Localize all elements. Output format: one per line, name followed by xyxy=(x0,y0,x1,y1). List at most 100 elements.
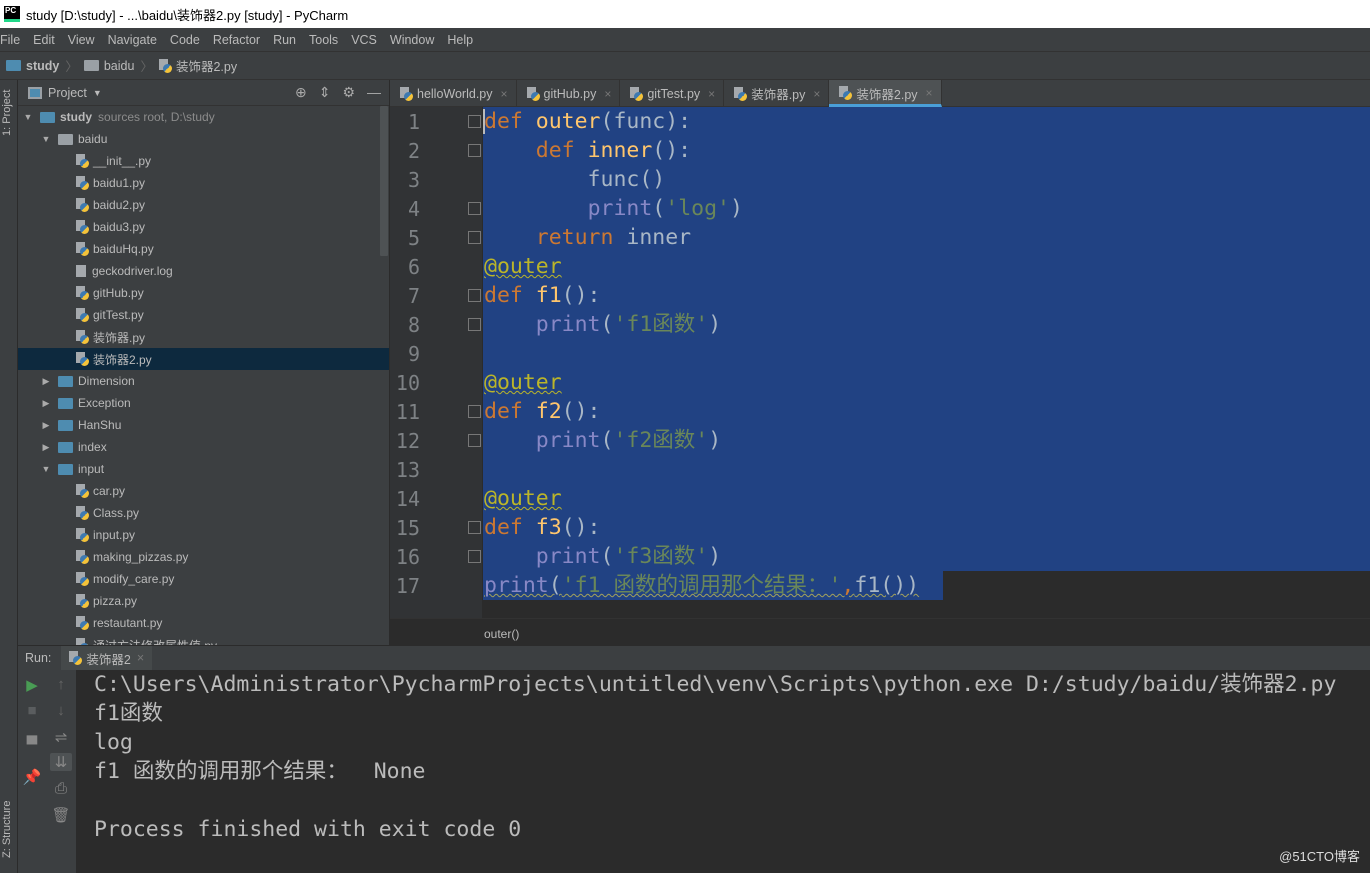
tree-item[interactable]: ▼ input xyxy=(18,458,389,480)
fold-marker-icon[interactable] xyxy=(468,318,481,331)
tree-item[interactable]: ▶ index xyxy=(18,436,389,458)
tree-item[interactable]: ▶ HanShu xyxy=(18,414,389,436)
tree-item[interactable]: car.py xyxy=(18,480,389,502)
print-icon[interactable]: ⎙ xyxy=(50,780,72,797)
fold-marker-icon[interactable] xyxy=(468,521,481,534)
breadcrumb-study[interactable]: study xyxy=(26,59,59,73)
close-icon[interactable]: × xyxy=(708,87,715,101)
expand-arrow-icon[interactable]: ▼ xyxy=(40,134,52,144)
fold-marker-icon[interactable] xyxy=(468,434,481,447)
arrow-down-icon[interactable]: ↓ xyxy=(50,702,72,719)
menu-bar: File Edit View Navigate Code Refactor Run Tools… xyxy=(0,28,1370,52)
expand-arrow-icon[interactable]: ▼ xyxy=(22,112,34,122)
menu-run[interactable]: Run xyxy=(272,33,296,47)
collapsed-arrow-icon[interactable]: ▶ xyxy=(40,398,52,409)
fold-marker-icon[interactable] xyxy=(468,144,481,157)
tree-item[interactable]: baidu1.py xyxy=(18,172,389,194)
menu-file[interactable]: File xyxy=(0,33,20,47)
project-view-selector[interactable]: Project xyxy=(48,86,87,100)
project-scrollbar[interactable] xyxy=(380,106,388,256)
chevron-down-icon[interactable]: ▼ xyxy=(93,88,102,98)
structure-tool-button[interactable]: Z: Structure xyxy=(1,801,13,858)
pin-icon[interactable]: 📌 xyxy=(21,768,43,786)
tree-item[interactable]: gitHub.py xyxy=(18,282,389,304)
scroll-to-end-icon[interactable]: ⇊ xyxy=(50,753,72,771)
tree-item[interactable]: 装饰器.py xyxy=(18,326,389,348)
run-console[interactable]: C:\Users\Administrator\PycharmProjects\u… xyxy=(76,670,1370,873)
close-icon[interactable]: × xyxy=(813,87,820,101)
gear-icon[interactable]: ⚙ xyxy=(342,84,355,101)
menu-window[interactable]: Window xyxy=(389,33,434,47)
fold-marker-icon[interactable] xyxy=(468,405,481,418)
pycharm-logo-icon: PC xyxy=(4,6,20,22)
collapse-all-icon[interactable]: ⇕ xyxy=(319,84,331,101)
fold-marker-icon[interactable] xyxy=(468,289,481,302)
editor-tab[interactable]: helloWorld.py × xyxy=(390,80,517,107)
tree-item[interactable]: making_pizzas.py xyxy=(18,546,389,568)
tree-item-label: car.py xyxy=(93,484,126,498)
tree-item[interactable]: ▶ Dimension xyxy=(18,370,389,392)
collapsed-arrow-icon[interactable]: ▶ xyxy=(40,442,52,453)
tree-item[interactable]: baidu2.py xyxy=(18,194,389,216)
tree-item[interactable]: modify_care.py xyxy=(18,568,389,590)
locate-icon[interactable]: ⊕ xyxy=(295,84,307,101)
arrow-up-icon[interactable]: ↑ xyxy=(50,676,72,693)
collapsed-arrow-icon[interactable]: ▶ xyxy=(40,420,52,431)
tree-item[interactable]: 装饰器2.py xyxy=(18,348,389,370)
close-icon[interactable]: × xyxy=(926,86,933,100)
tree-item[interactable]: baiduHq.py xyxy=(18,238,389,260)
tree-item[interactable]: ▼ baidu xyxy=(18,128,389,150)
expand-arrow-icon[interactable]: ▼ xyxy=(40,464,52,474)
menu-view[interactable]: View xyxy=(67,33,95,47)
fold-marker-icon[interactable] xyxy=(468,550,481,563)
trash-icon[interactable]: 🗑 xyxy=(50,806,72,824)
tree-item[interactable]: ▶ Exception xyxy=(18,392,389,414)
tree-item[interactable]: input.py xyxy=(18,524,389,546)
python-file-icon xyxy=(734,86,748,101)
editor-tab[interactable]: gitTest.py × xyxy=(620,80,725,107)
tree-item[interactable]: gitTest.py xyxy=(18,304,389,326)
code-token: outer xyxy=(535,109,601,134)
minimize-icon[interactable]: — xyxy=(367,84,381,101)
menu-code[interactable]: Code xyxy=(169,33,200,47)
collapsed-arrow-icon[interactable]: ▶ xyxy=(40,376,52,387)
menu-refactor[interactable]: Refactor xyxy=(212,33,260,47)
run-tab[interactable]: 装饰器2 × xyxy=(61,645,153,671)
fold-marker-icon[interactable] xyxy=(468,202,481,215)
code-area[interactable]: 1 2 3 4 5 6 7 8 9 10 11 12 13 14 15 16 17 def outer(func… xyxy=(390,107,1370,618)
code-token: print xyxy=(587,196,653,221)
layout-icon[interactable]: ▀ xyxy=(21,736,43,753)
folder-icon xyxy=(58,397,73,409)
fold-marker-icon[interactable] xyxy=(468,115,481,128)
tree-item[interactable]: __init__.py xyxy=(18,150,389,172)
project-tool-button[interactable]: 1: Project xyxy=(1,90,13,136)
close-icon[interactable]: × xyxy=(137,651,144,665)
close-icon[interactable]: × xyxy=(604,87,611,101)
menu-help[interactable]: Help xyxy=(446,33,473,47)
code-line: def f3(): xyxy=(484,513,601,542)
menu-navigate[interactable]: Navigate xyxy=(107,33,157,47)
tree-item[interactable]: baidu3.py xyxy=(18,216,389,238)
editor-tab[interactable]: 装饰器2.py × xyxy=(829,80,942,107)
close-icon[interactable]: × xyxy=(501,87,508,101)
tree-item[interactable]: restautant.py xyxy=(18,612,389,634)
tree-root-study[interactable]: ▼ study sources root, D:\study xyxy=(18,106,389,128)
stop-icon[interactable]: ■ xyxy=(21,702,43,719)
breadcrumb-file[interactable]: 装饰器2.py xyxy=(176,56,237,75)
breadcrumb-baidu[interactable]: baidu xyxy=(104,59,135,73)
tree-item[interactable]: geckodriver.log xyxy=(18,260,389,282)
code-line: return inner xyxy=(484,223,691,252)
tree-item-label: baiduHq.py xyxy=(93,242,154,256)
menu-edit[interactable]: Edit xyxy=(32,33,55,47)
editor-tab[interactable]: gitHub.py × xyxy=(517,80,621,107)
rerun-icon[interactable]: ▶ xyxy=(21,676,43,694)
fold-marker-icon[interactable] xyxy=(468,231,481,244)
tree-item[interactable]: Class.py xyxy=(18,502,389,524)
menu-vcs[interactable]: VCS xyxy=(350,33,377,47)
tree-item[interactable]: pizza.py xyxy=(18,590,389,612)
soft-wrap-icon[interactable]: ⇌ xyxy=(50,728,72,746)
menu-tools[interactable]: Tools xyxy=(308,33,338,47)
editor-breadcrumb[interactable]: outer() xyxy=(390,618,1370,645)
editor-tab[interactable]: 装饰器.py × xyxy=(724,80,830,107)
